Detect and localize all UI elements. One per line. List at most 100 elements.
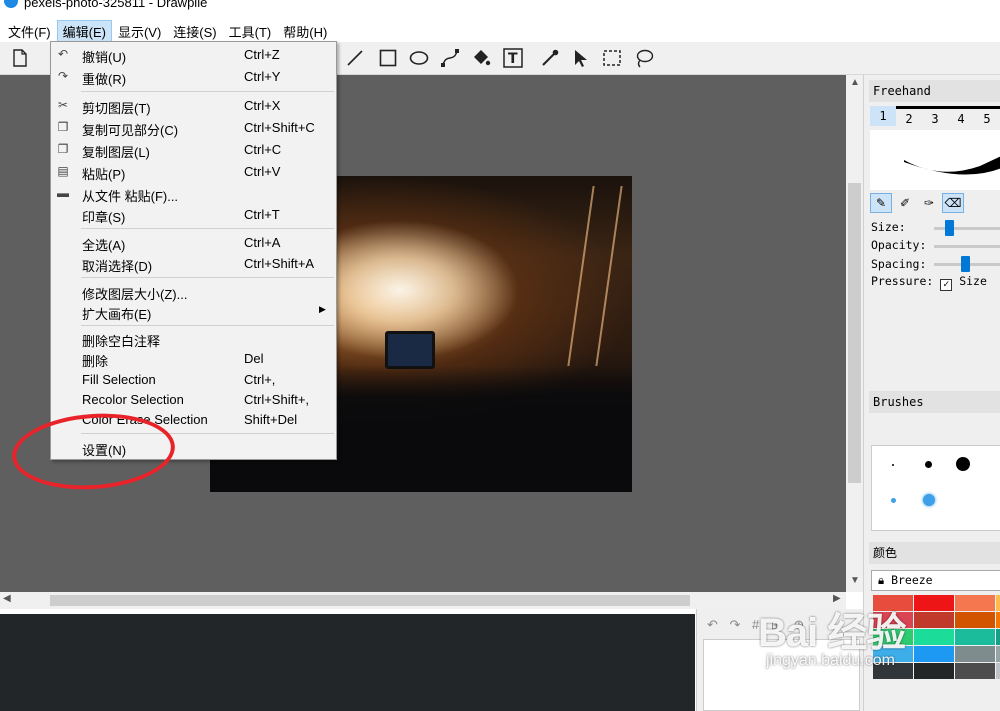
size-slider-knob[interactable] bbox=[945, 220, 954, 236]
brush-mode-icon[interactable]: ✐ bbox=[894, 193, 916, 213]
brush-preset-soft-large[interactable] bbox=[923, 494, 935, 506]
brush-tab-5[interactable]: 5 bbox=[974, 106, 1000, 126]
rectangle-tool-icon[interactable] bbox=[377, 47, 399, 69]
color-swatch[interactable] bbox=[914, 595, 954, 611]
menu-separator bbox=[81, 91, 334, 92]
eraser-mode-icon[interactable]: ⌫ bbox=[942, 193, 964, 213]
color-picker-icon[interactable] bbox=[539, 47, 561, 69]
vertical-scroll-thumb[interactable] bbox=[848, 183, 861, 483]
brush-tab-3[interactable]: 3 bbox=[922, 106, 948, 126]
brushes-list[interactable] bbox=[871, 445, 1000, 531]
menu-file[interactable]: 文件(F) bbox=[2, 20, 57, 43]
scroll-down-icon[interactable]: ▼ bbox=[850, 575, 860, 586]
submenu-arrow-icon: ▶ bbox=[319, 304, 326, 314]
menu-separator bbox=[81, 228, 334, 229]
brush-preset-soft-small[interactable] bbox=[891, 498, 896, 503]
baidu-jingyan-watermark: Bai 经验 jingyan.baidu.com bbox=[758, 600, 906, 670]
stage-truss bbox=[567, 186, 623, 366]
copy-icon: ❐ bbox=[57, 120, 69, 134]
smudge-mode-icon[interactable]: ✑ bbox=[918, 193, 940, 213]
menu-item-copy-visible[interactable]: ❐ 复制可见部分(C) Ctrl+Shift+C bbox=[51, 118, 336, 138]
color-swatch[interactable] bbox=[914, 629, 954, 645]
menu-item-paste[interactable]: ▤ 粘贴(P) Ctrl+V bbox=[51, 162, 336, 182]
drawpile-app-icon bbox=[4, 0, 18, 8]
color-swatch[interactable] bbox=[955, 646, 995, 662]
redo-icon: ↷ bbox=[57, 69, 69, 83]
opacity-slider[interactable] bbox=[934, 245, 1000, 248]
color-swatch[interactable] bbox=[996, 663, 1000, 679]
menu-item-copy-layer[interactable]: ❐ 复制图层(L) Ctrl+C bbox=[51, 140, 336, 160]
size-label: Size: bbox=[871, 220, 906, 234]
lasso-select-icon[interactable] bbox=[633, 47, 655, 69]
spacing-slider[interactable] bbox=[934, 256, 1000, 272]
watermark-url: jingyan.baidu.com bbox=[766, 652, 895, 669]
brush-preset-small[interactable] bbox=[925, 461, 932, 468]
rectangle-select-icon[interactable] bbox=[601, 47, 623, 69]
menu-item-redo[interactable]: ↷ 重做(R) Ctrl+Y bbox=[51, 67, 336, 87]
copy-icon: ❐ bbox=[57, 142, 69, 156]
menu-help[interactable]: 帮助(H) bbox=[277, 20, 333, 43]
menu-separator bbox=[81, 277, 334, 278]
fill-bucket-icon[interactable] bbox=[470, 47, 492, 69]
scroll-up-icon[interactable]: ▲ bbox=[850, 77, 860, 88]
svg-text:T: T bbox=[508, 51, 518, 67]
ellipse-tool-icon[interactable] bbox=[408, 47, 430, 69]
color-swatch[interactable] bbox=[996, 629, 1000, 645]
horizontal-scrollbar[interactable]: ◀ ▶ bbox=[0, 592, 846, 609]
menu-item-expand-canvas[interactable]: 扩大画布(E) ▶ bbox=[51, 302, 336, 322]
scroll-left-icon[interactable]: ◀ bbox=[3, 593, 11, 604]
color-swatch[interactable] bbox=[955, 595, 995, 611]
color-swatch[interactable] bbox=[914, 612, 954, 628]
color-swatch[interactable] bbox=[914, 663, 954, 679]
menu-session[interactable]: 连接(S) bbox=[167, 20, 222, 43]
brush-tab-1[interactable]: 1 bbox=[870, 106, 896, 126]
menu-item-fill-selection[interactable]: Fill Selection Ctrl+, bbox=[51, 370, 336, 390]
menu-item-recolor-selection[interactable]: Recolor Selection Ctrl+Shift+, bbox=[51, 390, 336, 410]
menu-item-paste-from-file[interactable]: ▬ 从文件 粘贴(F)... bbox=[51, 184, 336, 204]
palette-selector[interactable]: 🔒︎ Breeze bbox=[871, 570, 1000, 591]
menu-item-deselect[interactable]: 取消选择(D) Ctrl+Shift+A bbox=[51, 254, 336, 274]
brush-panel-title: Freehand bbox=[869, 80, 1000, 102]
color-swatch[interactable] bbox=[996, 595, 1000, 611]
color-swatch[interactable] bbox=[914, 646, 954, 662]
menu-item-cut-layer[interactable]: ✂ 剪切图层(T) Ctrl+X bbox=[51, 96, 336, 116]
spacing-label: Spacing: bbox=[871, 257, 927, 271]
menu-item-select-all[interactable]: 全选(A) Ctrl+A bbox=[51, 233, 336, 253]
bezier-tool-icon[interactable] bbox=[439, 47, 461, 69]
folder-icon: ▬ bbox=[57, 186, 69, 200]
brush-tab-4[interactable]: 4 bbox=[948, 106, 974, 126]
color-swatch[interactable] bbox=[955, 612, 995, 628]
paste-icon: ▤ bbox=[57, 164, 69, 178]
pressure-size-label: Size bbox=[959, 274, 987, 288]
color-swatch[interactable] bbox=[955, 663, 995, 679]
brushes-panel-title: Brushes bbox=[869, 391, 1000, 413]
color-swatch[interactable] bbox=[996, 612, 1000, 628]
opacity-label: Opacity: bbox=[871, 238, 927, 252]
menu-item-delete[interactable]: 删除 Del bbox=[51, 349, 336, 369]
pressure-size-checkbox[interactable]: ✓ bbox=[940, 279, 953, 291]
menu-item-undo[interactable]: ↶ 撤销(U) Ctrl+Z bbox=[51, 45, 336, 65]
watermark-logo-text: Bai 经验 bbox=[758, 611, 906, 655]
size-slider[interactable] bbox=[934, 220, 1000, 236]
line-tool-icon[interactable] bbox=[344, 47, 366, 69]
color-swatch[interactable] bbox=[955, 629, 995, 645]
new-document-icon[interactable] bbox=[9, 47, 31, 69]
pencil-mode-icon[interactable]: ✎ bbox=[870, 193, 892, 213]
select-arrow-icon[interactable] bbox=[570, 47, 592, 69]
menu-view[interactable]: 显示(V) bbox=[112, 20, 167, 43]
horizontal-scroll-thumb[interactable] bbox=[50, 595, 690, 606]
vertical-scrollbar[interactable]: ▲ ▼ bbox=[846, 75, 863, 592]
menu-item-delete-empty-annotations[interactable]: 删除空白注释 bbox=[51, 329, 336, 349]
text-tool-icon[interactable]: T bbox=[502, 47, 524, 69]
brush-preset-large[interactable] bbox=[956, 457, 970, 471]
spacing-slider-knob[interactable] bbox=[961, 256, 970, 272]
brush-tab-2[interactable]: 2 bbox=[896, 106, 922, 126]
menu-tools[interactable]: 工具(T) bbox=[223, 20, 278, 43]
title-bar: pexels-photo-325811 - Drawpile bbox=[0, 0, 1000, 20]
pressure-row: Pressure: ✓ Size bbox=[871, 274, 987, 291]
menu-item-stamp[interactable]: 印章(S) Ctrl+T bbox=[51, 205, 336, 225]
menu-item-resize-layer[interactable]: 修改图层大小(Z)... bbox=[51, 282, 336, 302]
brush-preset-tiny[interactable] bbox=[892, 464, 894, 466]
color-swatch[interactable] bbox=[996, 646, 1000, 662]
menu-edit[interactable]: 编辑(E) bbox=[56, 19, 112, 43]
